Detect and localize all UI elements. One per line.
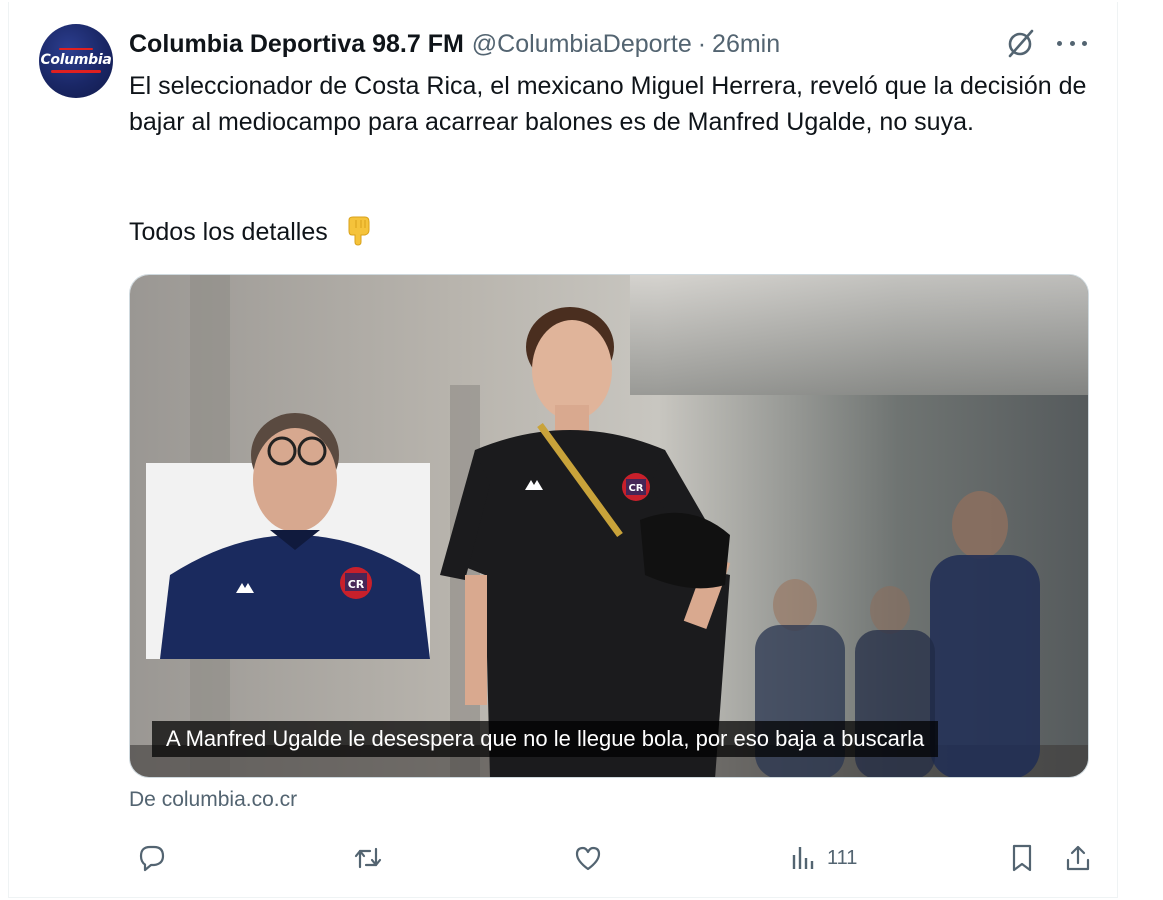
display-name[interactable]: Columbia Deportiva 98.7 FM	[129, 30, 464, 59]
avatar-logo-underline	[51, 70, 101, 73]
views-icon	[792, 847, 814, 869]
media-image: CR CR	[130, 275, 1088, 777]
share-button[interactable]	[1063, 838, 1093, 878]
avatar-logo-text: Columbia	[40, 52, 112, 68]
coach-crest-text: CR	[348, 578, 365, 591]
retweet-button[interactable]	[353, 838, 383, 878]
grok-icon[interactable]	[1003, 26, 1037, 60]
player-crest-text: CR	[628, 483, 643, 494]
avatar-logo-accent	[59, 48, 93, 50]
action-bar: 111	[129, 838, 1090, 878]
details-text: Todos los detalles	[129, 218, 328, 246]
more-icon[interactable]	[1057, 30, 1087, 56]
like-icon	[575, 846, 601, 871]
tweet-text: El seleccionador de Costa Rica, el mexic…	[129, 72, 1094, 136]
views-count: 111	[827, 846, 858, 869]
retweet-icon	[354, 847, 382, 869]
user-handle[interactable]: @ColumbiaDeporte	[472, 30, 692, 59]
backhand-index-pointing-down-icon	[343, 216, 371, 246]
like-button[interactable]	[573, 838, 603, 878]
bookmark-button[interactable]	[1007, 838, 1037, 878]
share-icon	[1066, 845, 1090, 871]
tweet-header: Columbia Deportiva 98.7 FM @ColumbiaDepo…	[129, 28, 1097, 60]
source-prefix: De	[129, 788, 156, 811]
timestamp[interactable]: 26min	[712, 30, 780, 59]
reply-icon	[139, 845, 165, 872]
avatar[interactable]: Columbia	[39, 24, 113, 98]
source-domain[interactable]: columbia.co.cr	[162, 788, 297, 811]
bookmark-icon	[1012, 844, 1032, 872]
link-source[interactable]: De columbia.co.cr	[129, 788, 297, 812]
tweet-card[interactable]: Columbia Columbia Deportiva 98.7 FM @Col…	[8, 2, 1118, 898]
reply-button[interactable]	[137, 838, 167, 878]
media-caption: A Manfred Ugalde le desespera que no le …	[152, 721, 939, 757]
tweet-text-details: Todos los detalles	[129, 214, 371, 250]
separator-dot: ·	[697, 29, 707, 58]
views-button[interactable]: 111	[789, 838, 857, 878]
media-card[interactable]: CR CR A Manfred Ugalde le desespera que …	[129, 274, 1089, 778]
